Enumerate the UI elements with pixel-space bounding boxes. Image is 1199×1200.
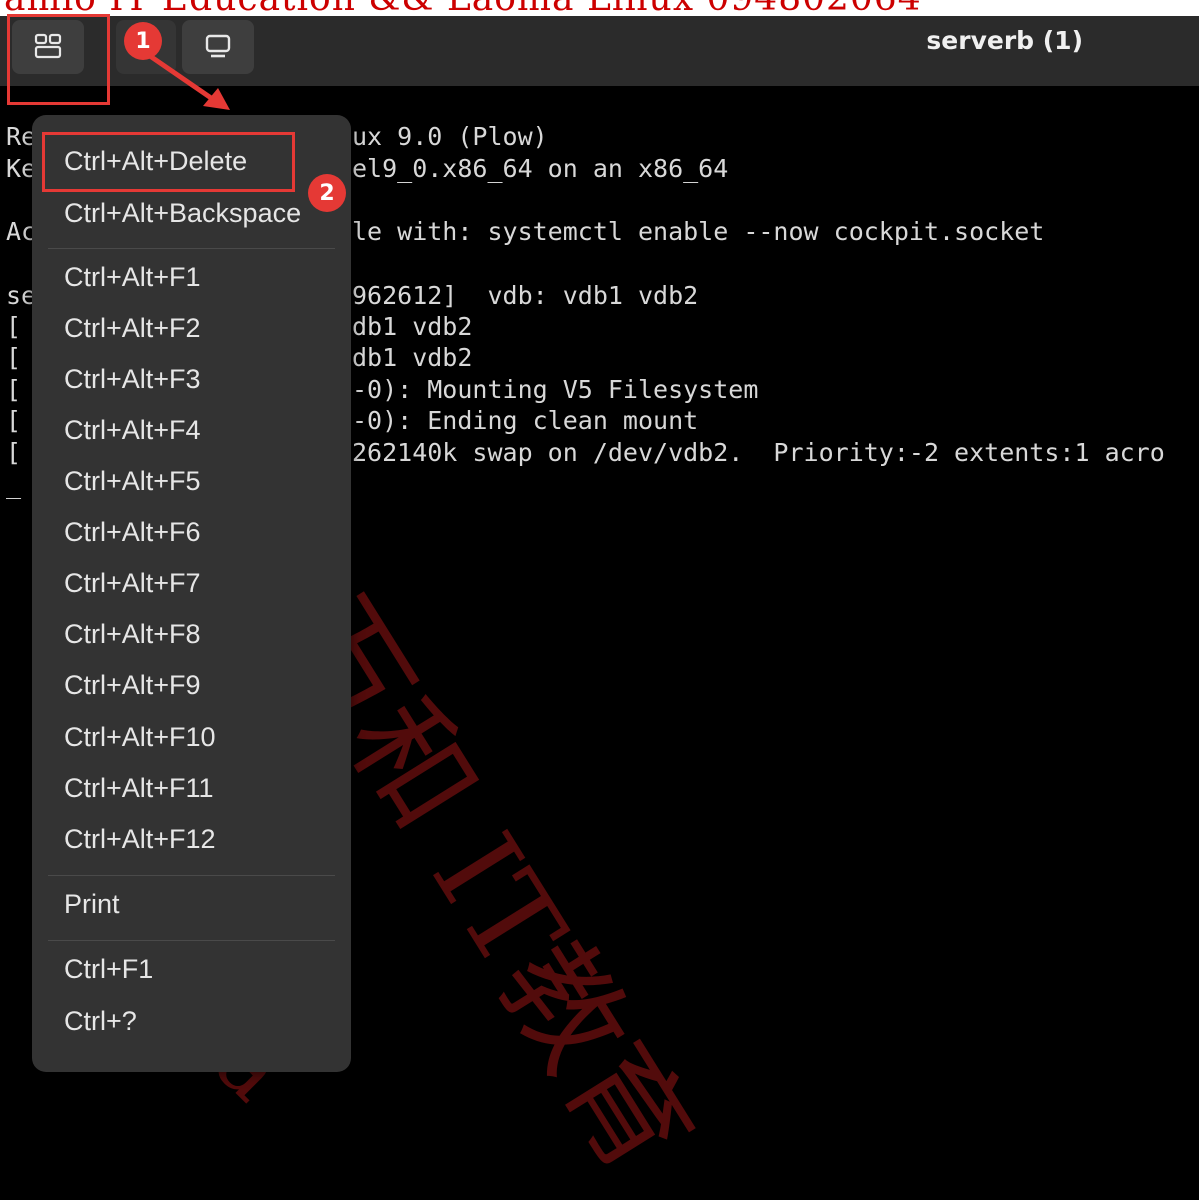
step-badge-1: 1 [124,22,162,60]
step-badge-2: 2 [308,174,346,212]
annotation-arrow [147,53,230,110]
